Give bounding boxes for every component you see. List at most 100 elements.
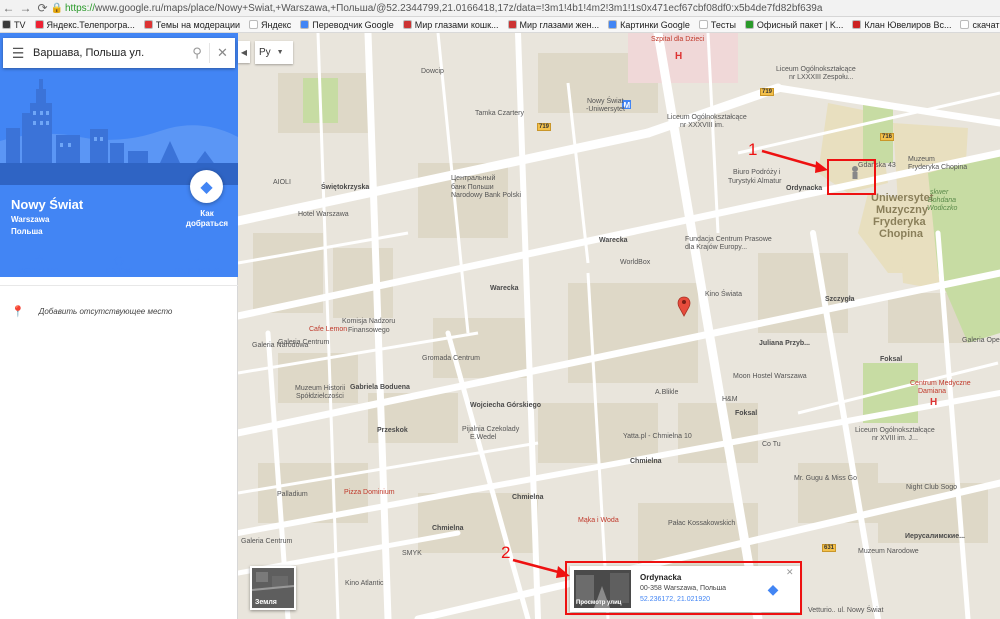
bookmark-item[interactable]: Офисный пакет | K... <box>744 20 843 30</box>
map-label[interactable]: WorldBox <box>620 259 650 266</box>
map-label[interactable]: Liceum Ogólnokształcące <box>855 427 935 434</box>
map-label[interactable]: Chmielna <box>630 458 662 465</box>
map-label[interactable]: Julianа Przyb... <box>759 340 810 347</box>
map-label[interactable]: dla Krajów Europy... <box>685 244 747 251</box>
map-label[interactable]: Komisja Nadzoru <box>342 318 395 325</box>
bookmark-item[interactable]: TV <box>2 20 26 30</box>
bookmark-item[interactable]: Темы на модерации <box>143 20 240 30</box>
map-label[interactable]: Wodiczko <box>927 205 957 212</box>
map-label[interactable]: Spółdzielczości <box>296 393 344 400</box>
directions-button[interactable]: ◆ <box>190 170 223 203</box>
earth-view-toggle[interactable]: Земля <box>250 566 296 610</box>
map-label[interactable]: Dowcip <box>421 68 444 75</box>
map-label[interactable]: Chopina <box>879 228 923 240</box>
map-label[interactable]: Kino Atlantic <box>345 580 384 587</box>
map-canvas[interactable]: M H H Szpital dla Dzieci Liceum Ogólnoksz… <box>238 33 1000 619</box>
map-label[interactable]: Pijalnia Czekolady <box>462 426 519 433</box>
reload-button[interactable]: ⟳ <box>34 0 51 17</box>
save-button[interactable]: ★ СОХРАНИТЬ <box>0 243 79 285</box>
map-label[interactable]: Bohdana <box>928 197 956 204</box>
search-input[interactable] <box>33 39 185 67</box>
bookmark-item[interactable]: Яндекс.Телепрогра... <box>34 20 135 30</box>
bookmark-item[interactable]: Мир глазами кошк... <box>402 20 499 30</box>
close-icon[interactable]: ✕ <box>209 43 235 63</box>
map-label[interactable]: Świętokrzyska <box>321 184 369 191</box>
map-label[interactable]: nr LXXXIII Zespołu... <box>789 74 854 81</box>
map-label[interactable]: Narodowy Bank Polski <box>451 192 521 199</box>
map-label[interactable]: Galeria Opera <box>962 337 1000 344</box>
map-label[interactable]: Szczygła <box>825 296 855 303</box>
hamburger-menu-icon[interactable]: ☰ <box>3 38 33 68</box>
map-label[interactable]: H&M <box>722 396 738 403</box>
map-label[interactable]: Foksal <box>735 410 757 417</box>
map-label[interactable]: Tamka Czartery <box>475 110 524 117</box>
map-label[interactable]: Foksal <box>880 356 902 363</box>
map-label[interactable]: Muzeum <box>908 156 935 163</box>
map-label[interactable]: Pizza Dominium <box>344 489 395 496</box>
map-label[interactable]: Muzeum Narodowe <box>858 548 919 555</box>
map-label[interactable]: Galeria Narodowa <box>252 342 308 349</box>
map-label[interactable]: -Uniwersytet <box>586 106 625 113</box>
bookmark-item[interactable]: Картинки Google <box>608 20 690 30</box>
map-label[interactable]: AIOLI <box>273 179 291 186</box>
bookmark-item[interactable]: Клан Ювелиров Вс... <box>852 20 951 30</box>
map-label[interactable]: E.Wedel <box>470 434 496 441</box>
search-icon[interactable]: ⚲ <box>185 45 209 61</box>
map-label[interactable]: Centrum Medyczne <box>910 380 971 387</box>
language-select[interactable]: Ру ▼ <box>255 41 293 64</box>
map-label[interactable]: Vetturio.. ul. Nowy Świat <box>808 607 883 614</box>
bookmark-item[interactable]: Яндекс <box>249 20 291 30</box>
map-label[interactable]: Gabriela Boduena <box>350 384 410 391</box>
bookmark-item[interactable]: скачать дешифрат... <box>960 20 1000 30</box>
share-button[interactable]: ⋖ ПОДЕЛИТЬСЯ <box>159 243 238 285</box>
map-label[interactable]: Kino Świata <box>705 291 742 298</box>
directions-label[interactable]: Как добраться <box>182 209 232 229</box>
map-label[interactable]: Przeskok <box>377 427 408 434</box>
map-label[interactable]: skwer <box>930 189 948 196</box>
map-label[interactable]: Liceum Ogólnokształcące <box>776 66 856 73</box>
map-label[interactable]: Центральный <box>451 175 495 182</box>
map-label[interactable]: Fryderyka <box>873 216 926 228</box>
map-label[interactable]: Иерусалимские... <box>905 533 965 540</box>
map-label[interactable]: Turystyki Almatur <box>728 178 781 185</box>
map-label[interactable]: Galeria Centrum <box>241 538 292 545</box>
map-label[interactable]: Warecka <box>599 237 628 244</box>
map-label[interactable]: Gromada Centrum <box>422 355 480 362</box>
map-label[interactable]: Cafe Lemon <box>309 326 347 333</box>
map-label[interactable]: Nowy Świat <box>587 98 624 105</box>
forward-button[interactable]: → <box>17 0 34 17</box>
map-label[interactable]: Night Club Sogo <box>906 484 957 491</box>
map-label[interactable]: Chmielna <box>432 525 464 532</box>
map-label[interactable]: Mr. Gugu & Miss Go <box>794 475 857 482</box>
bookmark-item[interactable]: Тесты <box>698 20 736 30</box>
map-label[interactable]: A.Blikle <box>655 389 678 396</box>
map-label[interactable]: Fundacja Centrum Prasowe <box>685 236 772 243</box>
map-label[interactable]: Wojciecha Górskiego <box>470 402 541 409</box>
map-label[interactable]: Moon Hostel Warszawa <box>733 373 807 380</box>
bookmark-item[interactable]: Мир глазами жен... <box>507 20 599 30</box>
map-label[interactable]: Liceum Ogólnokształcące <box>667 114 747 121</box>
map-label[interactable]: Yatta.pl - Chmielna 10 <box>623 433 692 440</box>
map-label[interactable]: nr XXXVIII im. <box>680 122 724 129</box>
map-label[interactable]: Palladium <box>277 491 308 498</box>
map-label[interactable]: Finansowego <box>348 327 390 334</box>
map-label[interactable]: Co Tu <box>762 441 781 448</box>
url-field[interactable]: https://www.google.ru/maps/place/Nowy+Św… <box>63 3 1000 14</box>
bookmark-item[interactable]: Переводчик Google <box>300 20 394 30</box>
map-label[interactable]: Ordynacka <box>786 185 822 192</box>
collapse-panel-button[interactable]: ◀ <box>238 41 250 63</box>
map-label[interactable]: Uniwersytet <box>871 192 933 204</box>
map-label[interactable]: Hotel Warszawa <box>298 211 349 218</box>
map-label[interactable]: SMYK <box>402 550 422 557</box>
map-label[interactable]: nr XVIII im. J... <box>872 435 918 442</box>
back-button[interactable]: ← <box>0 0 17 17</box>
map-label[interactable]: Mąka i Woda <box>578 517 619 524</box>
nearby-button[interactable]: ◉ РЯДОМ <box>79 243 158 285</box>
map-label[interactable]: Fryderyka Chopina <box>908 164 967 171</box>
map-label[interactable]: Chmielna <box>512 494 544 501</box>
map-label[interactable]: Muzyczny <box>876 204 928 216</box>
map-label[interactable]: Pałac Kossakowskich <box>668 520 735 527</box>
map-label[interactable]: Szpital dla Dzieci <box>651 36 704 43</box>
map-label[interactable]: Warecka <box>490 285 519 292</box>
map-label[interactable]: банк Польши <box>451 184 494 191</box>
